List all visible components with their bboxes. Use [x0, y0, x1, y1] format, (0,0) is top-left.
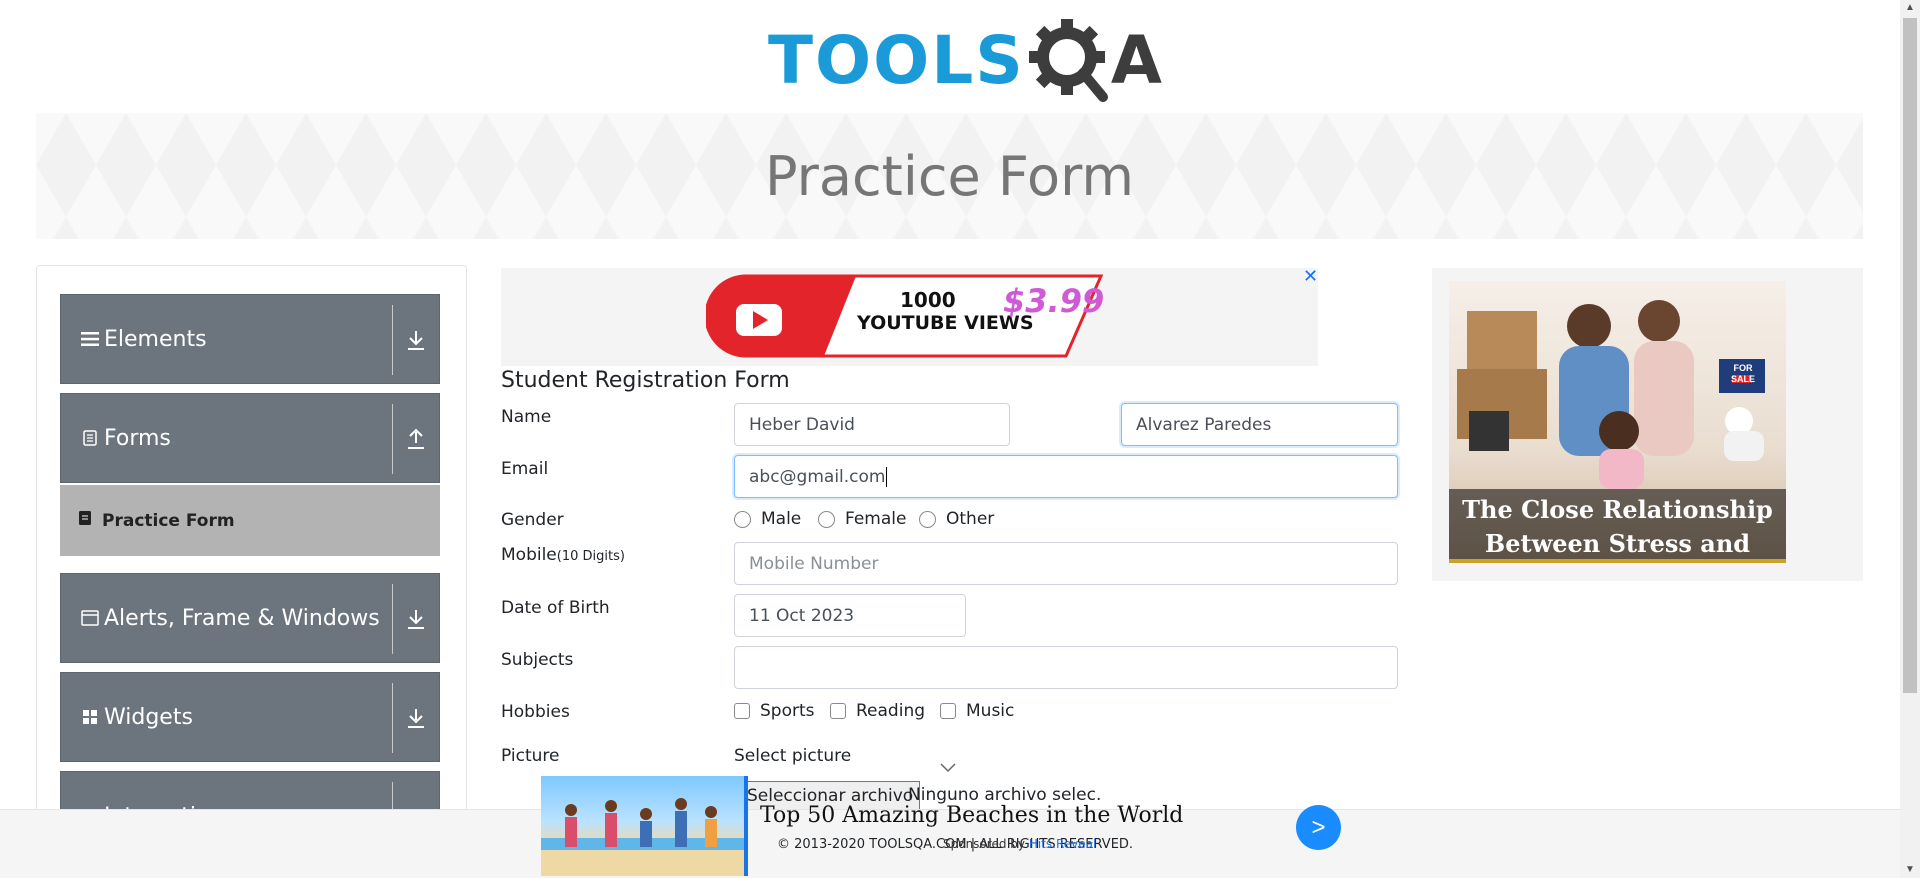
- download-arrow-icon[interactable]: [405, 328, 427, 352]
- mobile-label: Mobile(10 Digits): [501, 545, 625, 565]
- mobile-note: (10 Digits): [556, 549, 625, 564]
- email-label: Email: [501, 459, 549, 479]
- file-status: Ninguno archivo selec.: [908, 785, 1102, 805]
- caption-line-1: The Close Relationship: [1462, 495, 1773, 524]
- picture-label: Picture: [501, 746, 560, 766]
- sponsor-name[interactable]: Hits.Reveal: [1029, 837, 1096, 851]
- sidebar-group-label: Forms: [104, 425, 171, 451]
- radio-label: Male: [761, 509, 802, 529]
- ad-caption: The Close Relationship Between Stress an…: [1449, 489, 1786, 563]
- family-photo: FOR SALE The Close Relationship Between …: [1449, 281, 1786, 563]
- sidebar-group-label: Widgets: [104, 704, 193, 730]
- first-name-value: Heber David: [749, 414, 855, 435]
- for-sale-sign: FOR SALE: [1730, 363, 1755, 384]
- logo-a: A: [1110, 22, 1162, 99]
- radio-circle[interactable]: [818, 510, 835, 528]
- form-title: Student Registration Form: [501, 368, 790, 393]
- radio-label: Other: [946, 509, 995, 529]
- checkbox-label: Music: [966, 701, 1015, 721]
- select-picture-label: Select picture: [734, 746, 852, 766]
- subjects-label: Subjects: [501, 650, 574, 670]
- sidebar-group-label: Elements: [104, 326, 207, 352]
- email-value: abc@gmail.com: [749, 466, 886, 487]
- logo-text: TOOLS: [768, 22, 1025, 99]
- checkbox-box[interactable]: [830, 703, 846, 719]
- hobbies-label: Hobbies: [501, 702, 570, 722]
- hobby-checkbox-sports[interactable]: Sports: [734, 701, 815, 721]
- checkbox-box[interactable]: [734, 703, 750, 719]
- mobile-placeholder: Mobile Number: [749, 553, 879, 574]
- window-icon: [80, 610, 100, 626]
- gender-radio-other[interactable]: Other: [919, 509, 994, 529]
- divider: [392, 683, 393, 753]
- sidebar-group-widgets[interactable]: Widgets: [60, 672, 440, 762]
- name-label: Name: [501, 407, 552, 427]
- gender-radio-male[interactable]: Male: [734, 509, 801, 529]
- checkbox-box[interactable]: [940, 703, 956, 719]
- upload-arrow-icon[interactable]: [405, 427, 427, 451]
- divider: [392, 404, 393, 474]
- ad-go-button[interactable]: >: [1296, 805, 1341, 850]
- sidebar-group-elements[interactable]: Elements: [60, 294, 440, 384]
- page-title: Practice Form: [765, 144, 1134, 208]
- download-arrow-icon[interactable]: [405, 607, 427, 631]
- checkbox-label: Reading: [856, 701, 926, 721]
- gender-radio-female[interactable]: Female: [818, 509, 906, 529]
- bottom-ad-title[interactable]: Top 50 Amazing Beaches in the World: [760, 803, 1183, 828]
- text-cursor: [886, 466, 888, 487]
- sponsored-by: Sponsored by Hits.Reveal: [943, 837, 1096, 851]
- sidebar-group-label: Alerts, Frame & Windows: [104, 605, 380, 631]
- radio-circle[interactable]: [734, 510, 751, 528]
- radio-label: Female: [845, 509, 907, 529]
- dob-label: Date of Birth: [501, 598, 610, 618]
- mobile-input[interactable]: Mobile Number: [734, 542, 1398, 585]
- beach-ad-image[interactable]: [541, 776, 748, 876]
- last-name-value: Alvarez Paredes: [1136, 414, 1272, 435]
- dob-value: 11 Oct 2023: [749, 605, 855, 626]
- divider: [392, 584, 393, 654]
- divider: [392, 305, 393, 375]
- sidebar-item-label: Practice Form: [102, 510, 235, 531]
- document-icon: [80, 430, 100, 446]
- page-banner: Practice Form: [36, 113, 1863, 239]
- widgets-icon: [80, 709, 100, 725]
- scroll-down-arrow-icon[interactable]: ▼: [1904, 864, 1916, 876]
- ad-price: $3.99: [1003, 282, 1105, 320]
- sidebar-group-alerts[interactable]: Alerts, Frame & Windows: [60, 573, 440, 663]
- checkbox-label: Sports: [760, 701, 815, 721]
- ad-line-1: 1000: [900, 288, 956, 312]
- date-of-birth-input[interactable]: 11 Oct 2023: [734, 594, 966, 637]
- last-name-input[interactable]: Alvarez Paredes: [1121, 403, 1398, 446]
- close-icon[interactable]: ✕: [1303, 266, 1318, 287]
- download-arrow-icon[interactable]: [405, 706, 427, 730]
- toolsqa-logo[interactable]: TOOLS A: [768, 16, 1162, 106]
- logo-gear-icon: [1028, 19, 1109, 103]
- right-ad[interactable]: FOR SALE The Close Relationship Between …: [1432, 268, 1863, 581]
- first-name-input[interactable]: Heber David: [734, 403, 1010, 446]
- caption-line-2: Between Stress and Sleep: [1484, 529, 1751, 558]
- sidebar-group-forms[interactable]: Forms: [60, 393, 440, 483]
- list-icon: [80, 331, 100, 347]
- radio-circle[interactable]: [919, 510, 936, 528]
- sidebar: Elements Forms Practice Form Alerts, Fra…: [36, 265, 467, 878]
- email-input[interactable]: abc@gmail.com: [734, 455, 1398, 498]
- hobby-checkbox-reading[interactable]: Reading: [830, 701, 925, 721]
- mobile-label-text: Mobile: [501, 545, 557, 565]
- scroll-thumb[interactable]: [1903, 18, 1917, 693]
- sponsored-prefix: Sponsored by: [943, 837, 1025, 851]
- subjects-input[interactable]: [734, 646, 1398, 689]
- sidebar-item-practice-form[interactable]: Practice Form: [60, 485, 440, 556]
- form-icon: [78, 510, 92, 531]
- scroll-up-arrow-icon[interactable]: ▲: [1904, 2, 1916, 14]
- chevron-down-icon[interactable]: [940, 760, 956, 778]
- hobby-checkbox-music[interactable]: Music: [940, 701, 1014, 721]
- gender-label: Gender: [501, 510, 564, 530]
